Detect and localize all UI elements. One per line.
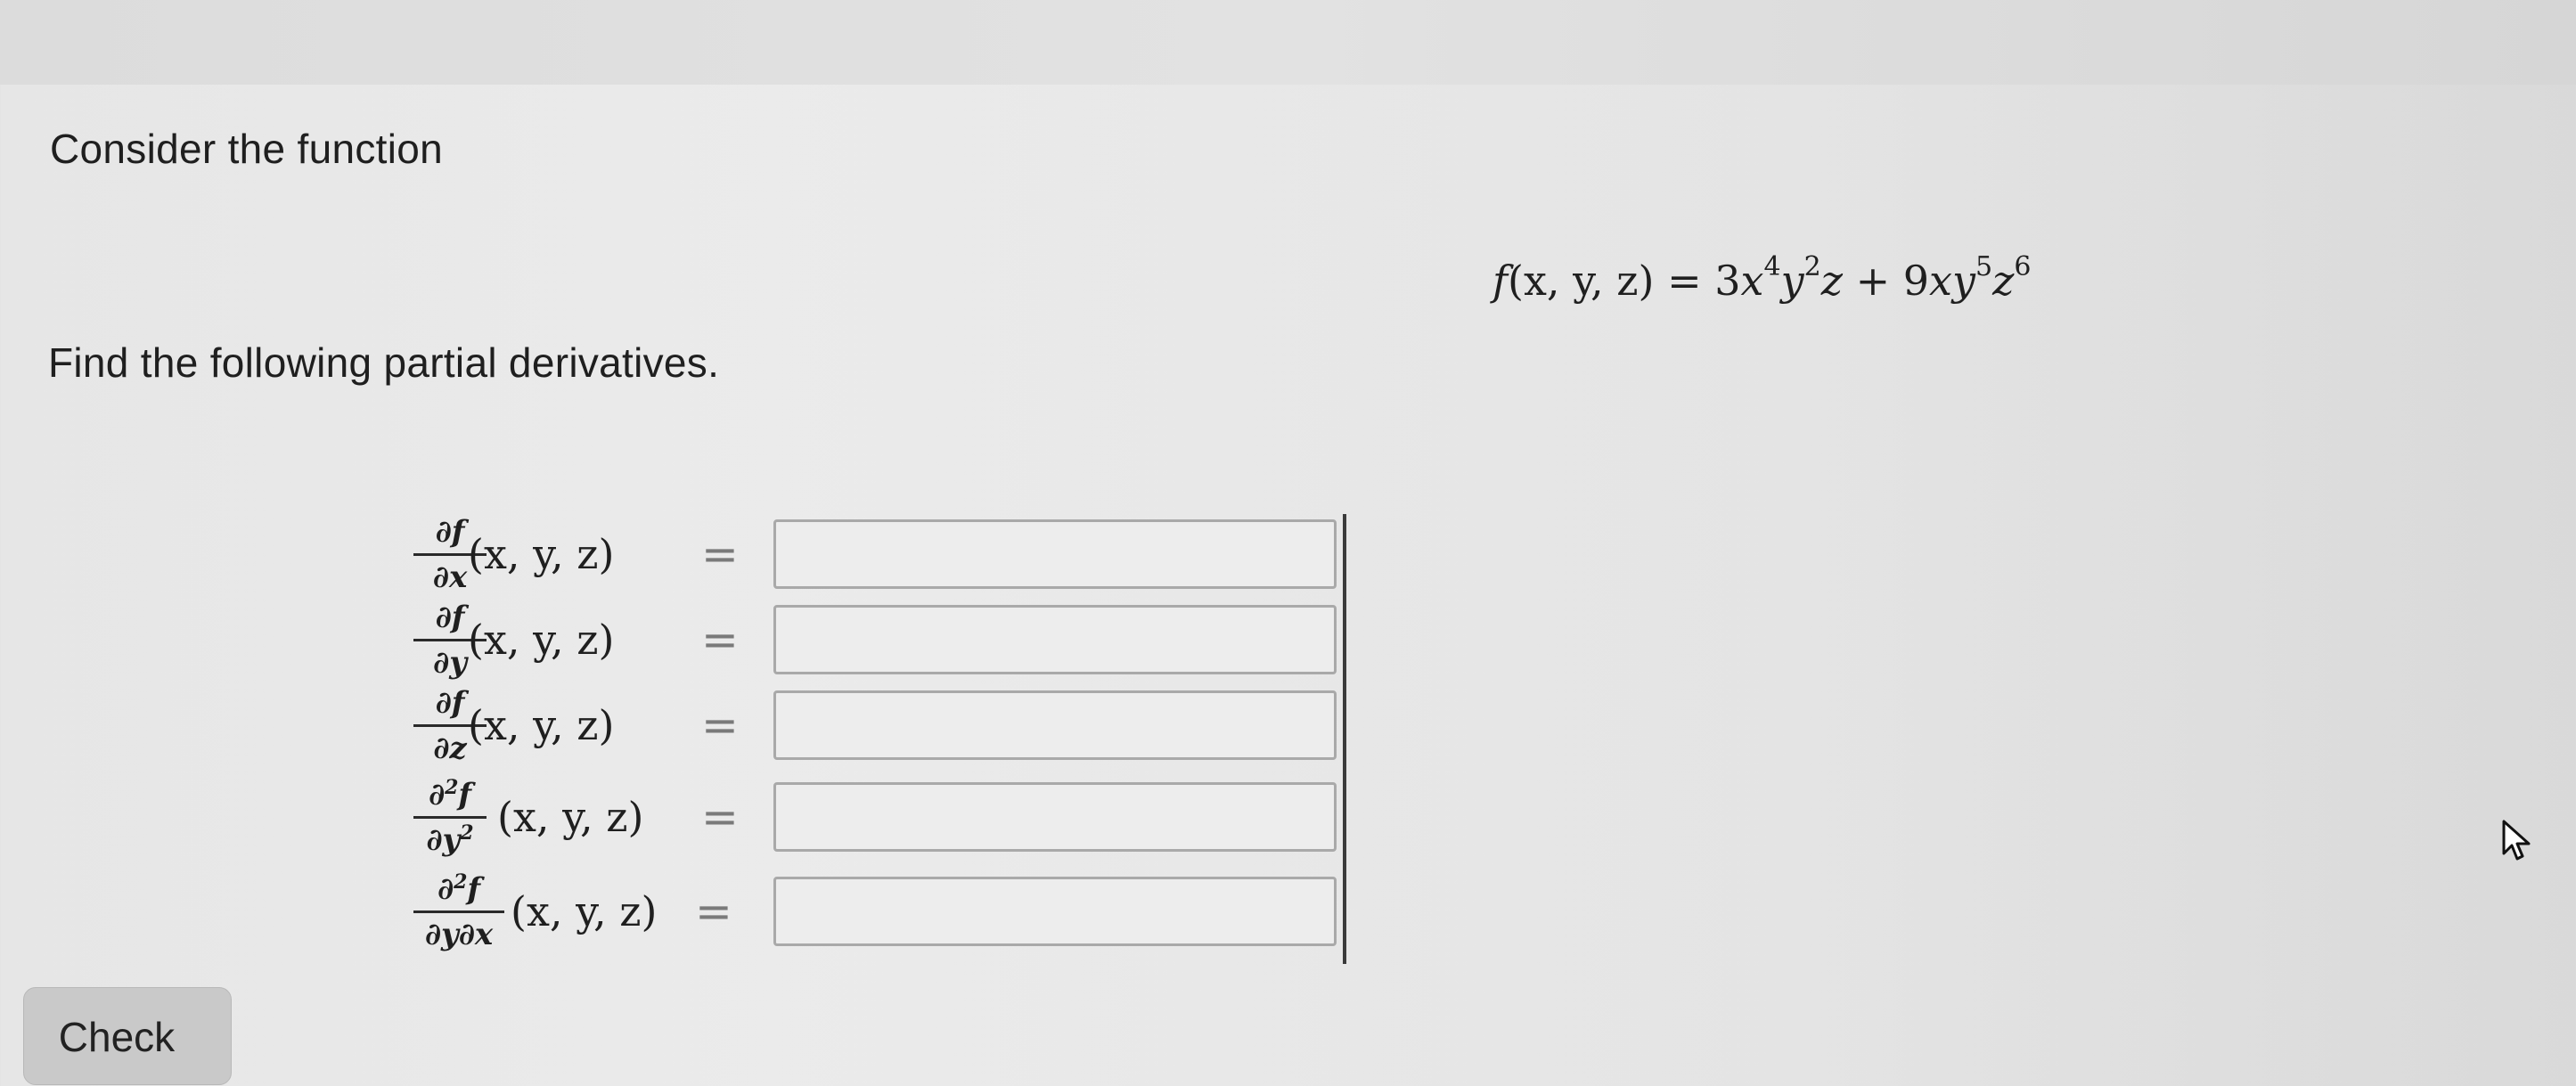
term1-z: z [1820,257,1843,305]
term2-z-exponent: 6 [2014,251,2032,282]
derivative-arguments: (x, y, z) [497,793,644,841]
term1-coefficient: 3 [1714,257,1741,305]
function-name: f [1492,257,1509,305]
check-button[interactable]: Check [23,987,232,1085]
term2-y-exponent: 5 [1975,251,1993,282]
term1-y-exponent: 2 [1803,251,1821,282]
term2-z: z [1992,257,2015,305]
function-equals: = [1667,257,1702,305]
plus-sign: + [1855,257,1891,305]
equals-sign: = [701,699,739,751]
function-variables: (x, y, z) [1508,257,1655,305]
derivative-arguments: (x, y, z) [468,616,615,664]
fraction-numerator: ∂2f [437,870,481,907]
equals-sign: = [701,791,739,843]
mouse-pointer-icon [2502,820,2531,861]
top-band [0,0,2576,85]
answer-input-d2fdy2[interactable] [773,782,1337,852]
derivative-row-dfdy: ∂f ∂y (x, y, z) = [401,598,1381,687]
equals-sign: = [695,886,732,937]
term1-x-exponent: 4 [1763,251,1781,282]
term1-x: x [1740,257,1764,305]
fraction-numerator: ∂2f [428,776,472,812]
function-equation: f(x, y, z) = 3x4y2z + 9xy5z6 [1492,254,2031,306]
fraction-bar [413,910,504,913]
derivative-row-d2fdy2: ∂2f ∂y2 (x, y, z) = [401,775,1381,864]
derivative-fraction: ∂2f ∂y∂x [410,870,508,954]
answer-input-dfdz[interactable] [773,690,1337,760]
instructions-text: Find the following partial derivatives. [48,339,720,386]
derivative-row-dfdz: ∂f ∂z (x, y, z) = [401,683,1381,772]
intro-text: Consider the function [50,126,444,172]
equals-sign: = [701,614,739,665]
answer-input-d2fdydx[interactable] [773,877,1337,946]
fraction-bar [413,816,487,819]
derivative-arguments: (x, y, z) [468,701,615,749]
derivative-arguments: (x, y, z) [511,887,658,935]
answer-input-dfdx[interactable] [773,519,1337,589]
term2-y: y [1951,257,1975,305]
equals-sign: = [701,528,739,580]
derivative-row-d2fdydx: ∂2f ∂y∂x (x, y, z) = [401,870,1381,959]
term2-x: x [1929,257,1952,305]
term1-y: y [1780,257,1804,305]
derivative-row-dfdx: ∂f ∂x (x, y, z) = [401,512,1381,601]
fraction-denominator: ∂y2 [426,821,474,858]
derivative-arguments: (x, y, z) [468,530,615,578]
answer-input-dfdy[interactable] [773,605,1337,674]
derivative-fraction: ∂2f ∂y2 [410,775,490,860]
term2-coefficient: 9 [1902,257,1930,305]
answer-column-divider [1343,514,1346,964]
fraction-denominator: ∂y∂x [424,917,494,952]
